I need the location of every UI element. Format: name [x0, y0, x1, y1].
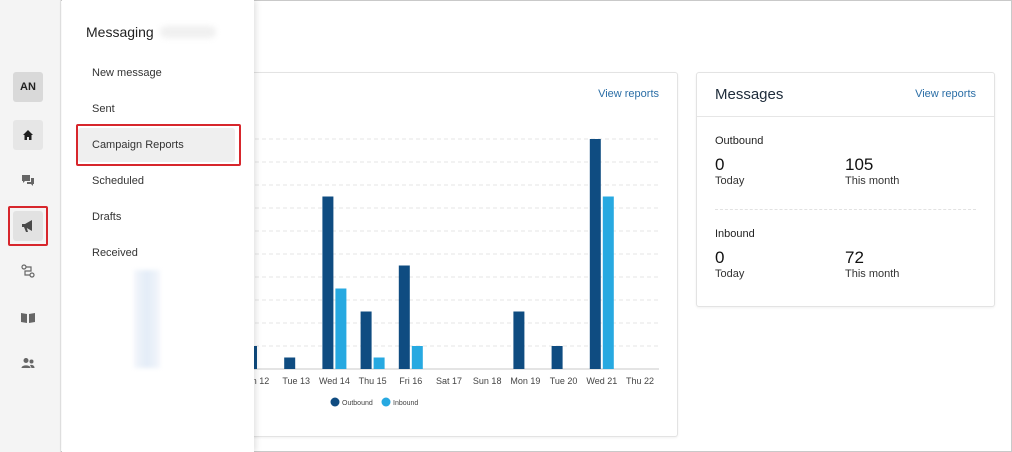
flyout-title: Messaging	[86, 24, 154, 40]
bar-inbound	[335, 288, 347, 369]
bar-outbound	[398, 265, 410, 369]
inbound-month-label: This month	[845, 268, 900, 280]
campaign-reports-highlight-box	[76, 124, 241, 166]
messaging-flyout: Messaging New message Sent Campaign Repo…	[62, 0, 254, 452]
x-tick-label: Sun 18	[473, 376, 502, 386]
bar-outbound	[513, 311, 525, 369]
home-icon[interactable]	[13, 120, 43, 150]
avatar[interactable]: AN	[13, 72, 43, 102]
megaphone-highlight-box	[8, 206, 48, 246]
inbound-month-value: 72	[845, 248, 864, 267]
legend-label-outbound: Outbound	[342, 400, 373, 407]
messages-divider	[697, 116, 994, 117]
book-icon[interactable]	[13, 302, 43, 332]
outbound-today-label: Today	[715, 175, 745, 187]
x-tick-label: Sat 17	[436, 376, 462, 386]
x-tick-label: Thu 15	[359, 376, 387, 386]
menu-item-drafts[interactable]: Drafts	[78, 200, 235, 234]
outbound-month-label: This month	[845, 175, 900, 187]
x-tick-label: Tue 13	[282, 376, 310, 386]
menu-item-received[interactable]: Received	[78, 236, 235, 270]
bar-outbound	[551, 346, 563, 369]
outbound-label: Outbound	[715, 135, 764, 147]
bar-inbound	[602, 196, 614, 369]
blurred-region	[134, 270, 160, 368]
messages-separator	[715, 209, 976, 210]
blurred-text	[160, 26, 216, 38]
menu-item-scheduled[interactable]: Scheduled	[78, 164, 235, 198]
x-tick-label: Thu 22	[626, 376, 654, 386]
bar-outbound	[284, 357, 296, 369]
legend-label-inbound: Inbound	[393, 400, 418, 407]
messages-title: Messages	[715, 86, 784, 103]
menu-item-new-message[interactable]: New message	[78, 56, 235, 90]
chat-icon[interactable]	[13, 165, 43, 195]
legend-swatch-inbound	[381, 397, 391, 407]
flow-icon[interactable]	[13, 256, 43, 286]
x-tick-label: Mon 19	[510, 376, 540, 386]
messages-view-reports-link[interactable]: View reports	[915, 88, 976, 100]
inbound-today-label: Today	[715, 268, 745, 280]
bar-outbound	[589, 139, 601, 369]
outbound-today-value: 0	[715, 155, 725, 174]
inbound-today-value: 0	[715, 248, 725, 267]
bar-inbound	[411, 346, 423, 369]
x-tick-label: Wed 14	[319, 376, 350, 386]
bar-inbound	[373, 357, 385, 369]
x-tick-label: Fri 16	[399, 376, 422, 386]
x-tick-label: Wed 21	[586, 376, 617, 386]
inbound-label: Inbound	[715, 228, 755, 240]
outbound-month-value: 105	[845, 155, 874, 174]
x-tick-label: Tue 20	[550, 376, 578, 386]
menu-item-sent[interactable]: Sent	[78, 92, 235, 126]
legend-swatch-outbound	[330, 397, 340, 407]
messages-card: Messages View reports Outbound 0 Today 1…	[696, 72, 995, 307]
bar-outbound	[360, 311, 372, 369]
bar-outbound	[322, 196, 334, 369]
users-icon[interactable]	[13, 348, 43, 378]
